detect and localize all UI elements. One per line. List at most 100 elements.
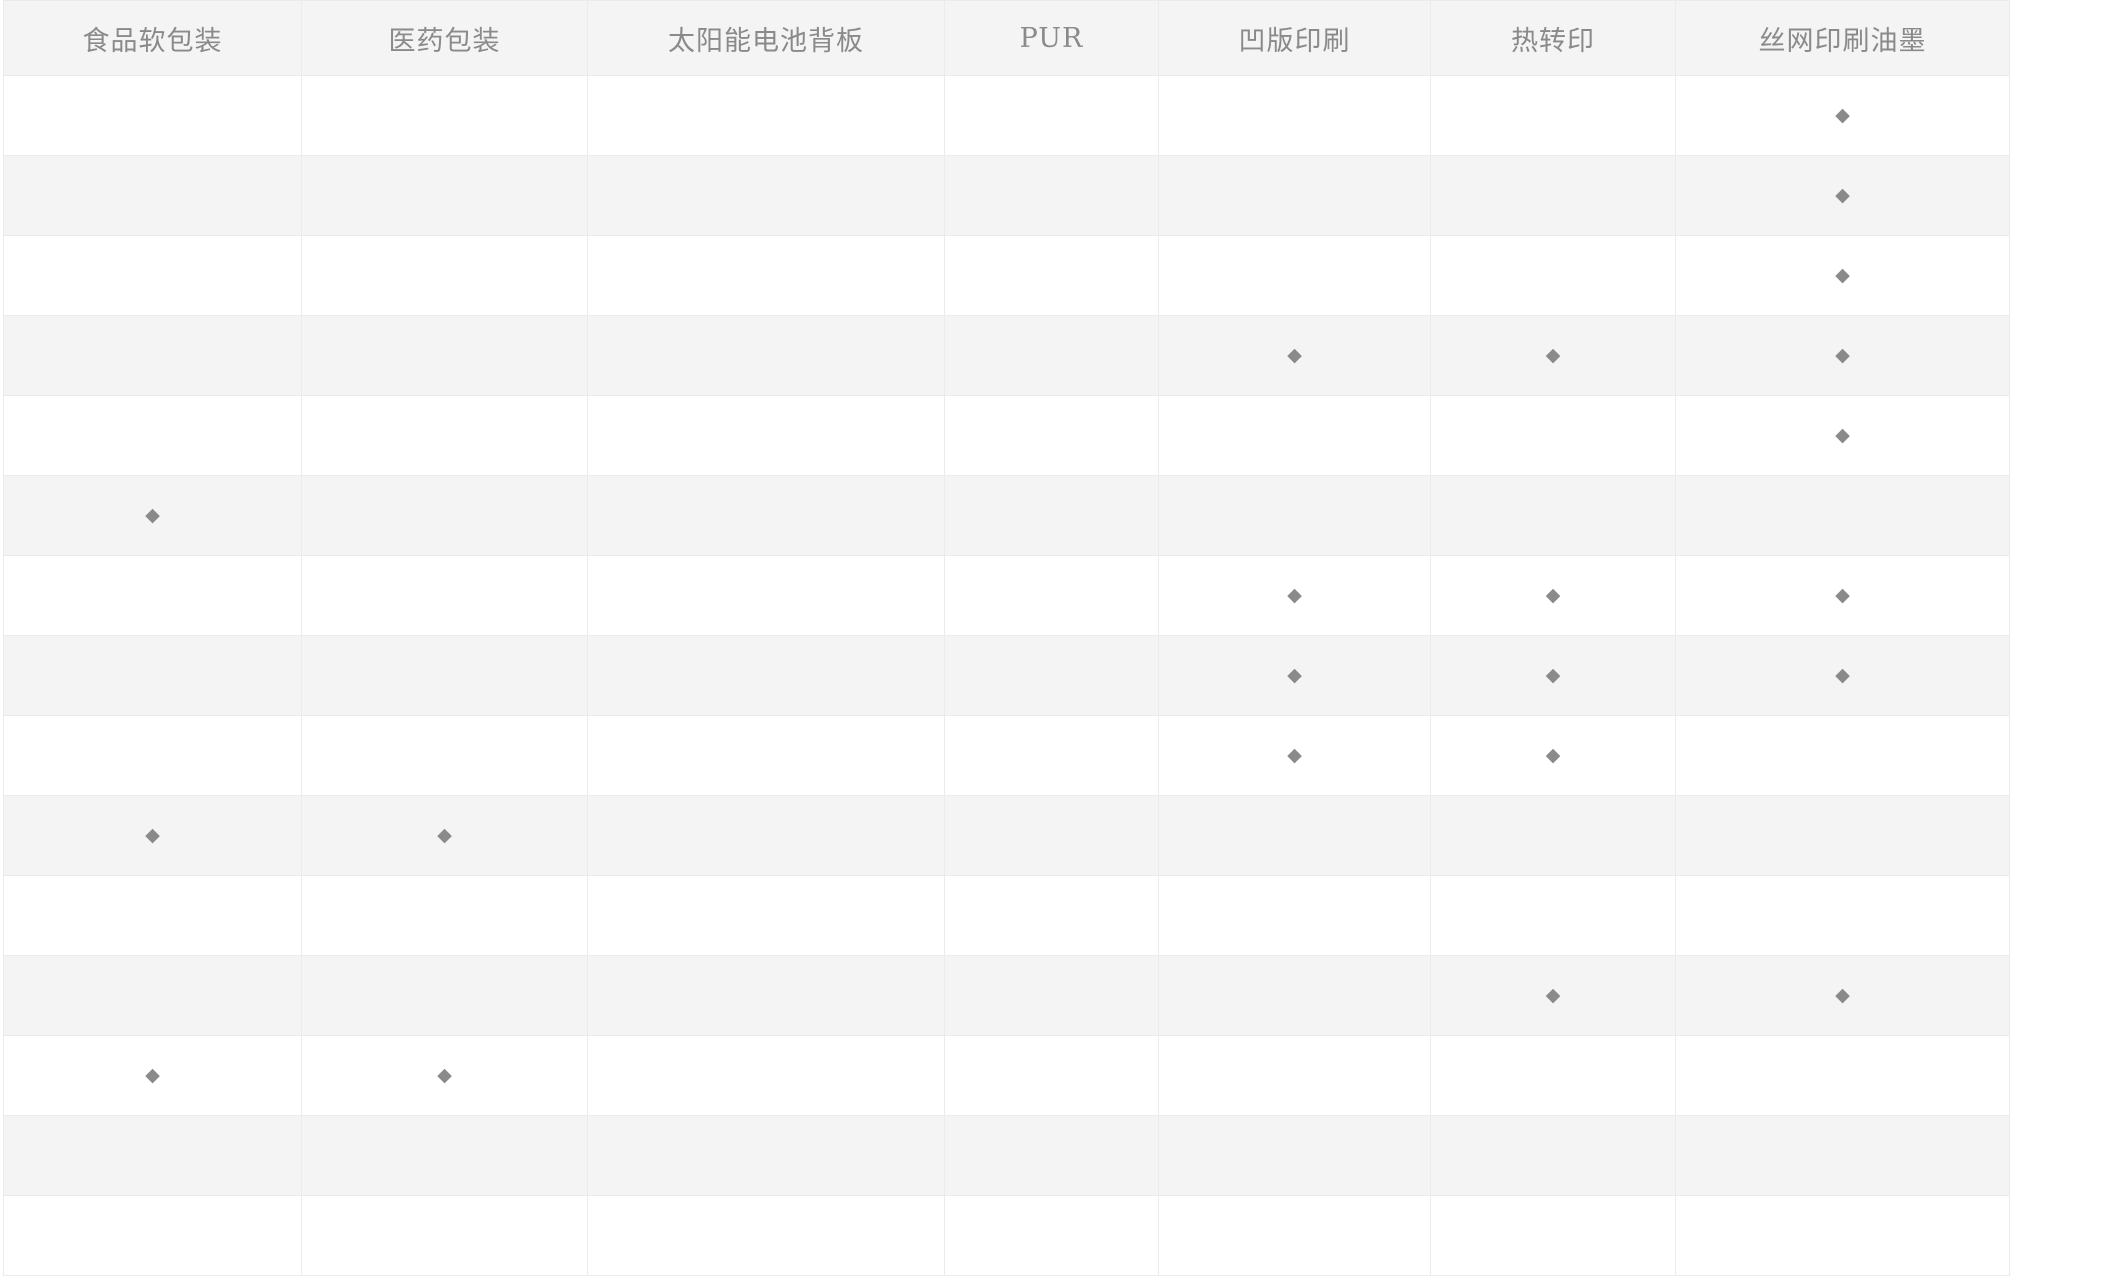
table-row: ◆ ◆ [3, 955, 2010, 1036]
column-header-heat-transfer: 热转印 [1430, 0, 1676, 76]
table-cell: ◆ [1430, 315, 1676, 396]
table-cell [1430, 155, 1676, 236]
diamond-icon: ◆ [1835, 584, 1850, 606]
table-cell [587, 155, 945, 236]
table-row: ◆ ◆ [3, 1035, 2010, 1116]
table-cell [1675, 795, 2010, 876]
table-cell [1158, 155, 1431, 236]
table-cell [1675, 715, 2010, 796]
table-row: ◆ ◆ [3, 715, 2010, 796]
diamond-icon: ◆ [145, 1064, 160, 1086]
table-cell [1158, 795, 1431, 876]
table-row [3, 875, 2010, 956]
column-header-screen-printing-ink: 丝网印刷油墨 [1675, 0, 2010, 76]
diamond-icon: ◆ [1545, 344, 1561, 366]
table-row: ◆ ◆ ◆ [3, 315, 2010, 396]
table-cell [301, 155, 588, 236]
table-cell: ◆ [1158, 635, 1431, 716]
table-cell [944, 75, 1159, 156]
table-cell [3, 395, 302, 476]
table-row: ◆ [3, 75, 2010, 156]
table-cell [1158, 875, 1431, 956]
diamond-icon: ◆ [1545, 744, 1561, 766]
table-cell [1158, 395, 1431, 476]
table-cell [1430, 875, 1676, 956]
table-cell [1158, 75, 1431, 156]
table-cell [3, 155, 302, 236]
table-cell [3, 715, 302, 796]
table-cell [1158, 235, 1431, 316]
table-cell: ◆ [1430, 955, 1676, 1036]
table-cell [944, 315, 1159, 396]
table-cell [301, 875, 588, 956]
table-cell [3, 555, 302, 636]
table-cell [1430, 1195, 1676, 1276]
table-cell [301, 1195, 588, 1276]
column-header-gravure-printing: 凹版印刷 [1158, 0, 1431, 76]
diamond-icon: ◆ [1545, 984, 1561, 1006]
table-cell [944, 1035, 1159, 1116]
column-header-solar-backsheet: 太阳能电池背板 [587, 0, 945, 76]
table-cell [3, 315, 302, 396]
table-cell: ◆ [1158, 715, 1431, 796]
table-cell [3, 75, 302, 156]
table-cell [301, 395, 588, 476]
diamond-icon: ◆ [1545, 584, 1561, 606]
table-cell [1430, 1115, 1676, 1196]
table-cell [1430, 75, 1676, 156]
table-cell [3, 875, 302, 956]
table-cell [587, 75, 945, 156]
table-cell [587, 555, 945, 636]
diamond-icon: ◆ [1287, 344, 1302, 366]
table-cell [587, 395, 945, 476]
table-cell [944, 795, 1159, 876]
table-cell: ◆ [301, 1035, 588, 1116]
table-cell [301, 75, 588, 156]
table-cell [1430, 1035, 1676, 1116]
table-cell: ◆ [1675, 155, 2010, 236]
table-cell: ◆ [1675, 555, 2010, 636]
table-cell: ◆ [1430, 715, 1676, 796]
table-cell [3, 235, 302, 316]
table-cell [587, 235, 945, 316]
table-row: ◆ [3, 395, 2010, 476]
table-cell: ◆ [3, 795, 302, 876]
table-cell [3, 635, 302, 716]
diamond-icon: ◆ [1287, 744, 1302, 766]
table-cell: ◆ [3, 475, 302, 556]
diamond-icon: ◆ [1545, 664, 1561, 686]
table-cell [1158, 475, 1431, 556]
table-cell [1158, 1195, 1431, 1276]
table-row [3, 1195, 2010, 1276]
table-cell: ◆ [3, 1035, 302, 1116]
table-cell [944, 1195, 1159, 1276]
table-cell [301, 315, 588, 396]
table-cell [3, 1195, 302, 1276]
diamond-icon: ◆ [437, 1064, 452, 1086]
diamond-icon: ◆ [1287, 664, 1302, 686]
diamond-icon: ◆ [1835, 104, 1850, 126]
diamond-icon: ◆ [1835, 664, 1850, 686]
table-row: ◆ [3, 235, 2010, 316]
table-row: ◆ ◆ ◆ [3, 555, 2010, 636]
table-cell [587, 475, 945, 556]
table-cell [301, 1115, 588, 1196]
table-cell [944, 475, 1159, 556]
table-cell: ◆ [1675, 235, 2010, 316]
table-cell: ◆ [1675, 315, 2010, 396]
table-cell: ◆ [301, 795, 588, 876]
table-cell [1430, 795, 1676, 876]
table-body: ◆ ◆ ◆ ◆ ◆ ◆ ◆ ◆ ◆ ◆ ◆ ◆ ◆ ◆ ◆ ◆ ◆ ◆ ◆ ◆ ◆ ◆ [3, 75, 2010, 1276]
table-cell [301, 235, 588, 316]
diamond-icon: ◆ [1835, 424, 1850, 446]
table-cell [3, 1115, 302, 1196]
table-cell [301, 635, 588, 716]
table-cell: ◆ [1430, 635, 1676, 716]
table-cell [1675, 475, 2010, 556]
table-cell [1675, 1195, 2010, 1276]
application-matrix: 食品软包装 医药包装 太阳能电池背板 PUR 凹版印刷 热转印 丝网印刷油墨 ◆… [3, 0, 2010, 1276]
table-cell [1430, 395, 1676, 476]
application-table: 食品软包装 医药包装 太阳能电池背板 PUR 凹版印刷 热转印 丝网印刷油墨 ◆… [3, 0, 2010, 1276]
table-cell [944, 155, 1159, 236]
table-cell [3, 955, 302, 1036]
